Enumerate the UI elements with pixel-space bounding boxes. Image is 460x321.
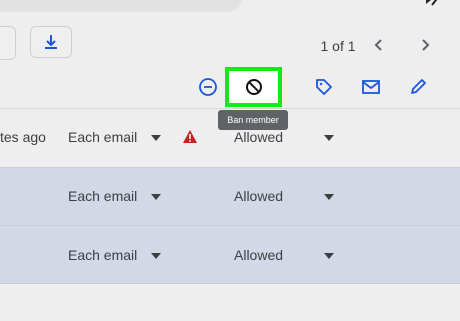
caret-down-icon[interactable] bbox=[324, 194, 334, 200]
pencil-icon[interactable] bbox=[406, 75, 430, 99]
delivery-select[interactable]: Each email bbox=[68, 186, 137, 206]
tag-icon[interactable] bbox=[312, 75, 336, 99]
posting-select[interactable]: Allowed bbox=[234, 127, 283, 147]
row-divider bbox=[0, 167, 460, 168]
row-divider bbox=[0, 225, 460, 226]
search-bar[interactable] bbox=[0, 0, 242, 12]
ban-member-tooltip: Ban member bbox=[218, 110, 288, 130]
chevron-right-icon[interactable] bbox=[414, 34, 436, 56]
caret-down-icon[interactable] bbox=[151, 253, 161, 259]
header-divider bbox=[0, 108, 460, 109]
pager-label: 1 of 1 bbox=[320, 38, 356, 54]
delivery-select[interactable]: Each email bbox=[68, 245, 137, 265]
posting-select[interactable]: Allowed bbox=[234, 186, 283, 206]
speaker-icon bbox=[426, 0, 438, 6]
toolbar-button-partial[interactable] bbox=[0, 26, 16, 60]
delivery-select[interactable]: Each email bbox=[68, 127, 137, 147]
posting-select[interactable]: Allowed bbox=[234, 245, 283, 265]
remove-member-button[interactable] bbox=[196, 75, 220, 99]
chevron-left-icon[interactable] bbox=[368, 34, 390, 56]
download-icon bbox=[45, 35, 57, 49]
caret-down-icon[interactable] bbox=[324, 135, 334, 141]
ban-icon bbox=[245, 79, 262, 95]
download-button[interactable] bbox=[30, 26, 72, 58]
caret-down-icon[interactable] bbox=[151, 135, 161, 141]
warning-icon bbox=[183, 130, 197, 143]
caret-down-icon[interactable] bbox=[151, 194, 161, 200]
ban-member-button[interactable] bbox=[225, 67, 282, 107]
mail-icon[interactable] bbox=[359, 75, 383, 99]
caret-down-icon[interactable] bbox=[324, 253, 334, 259]
last-post-cell: tes ago bbox=[0, 129, 46, 145]
row-divider bbox=[0, 283, 460, 284]
